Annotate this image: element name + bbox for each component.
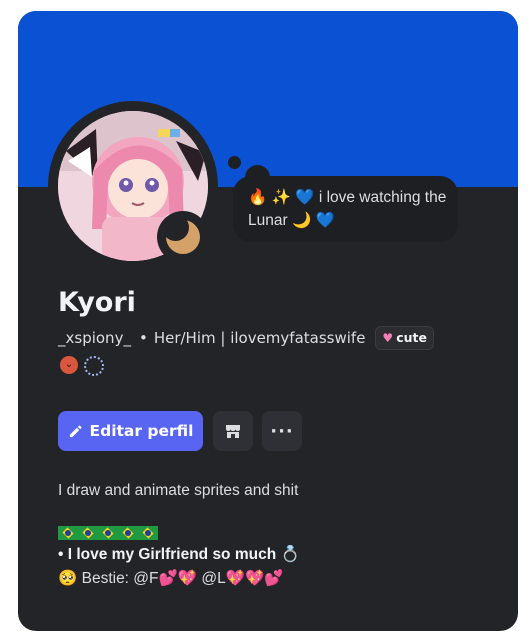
brazil-flag-icon bbox=[98, 526, 118, 540]
shop-icon bbox=[226, 425, 240, 438]
wreath-badge-icon[interactable] bbox=[84, 356, 104, 376]
meta-separator: • bbox=[138, 329, 148, 347]
brazil-flags-icon: 🇧🇷🇧🇷🇧🇷🇧🇷🇧🇷 bbox=[58, 526, 498, 540]
crescent-moon-cutout bbox=[162, 214, 189, 241]
brazil-flag-icon bbox=[58, 526, 78, 540]
custom-status-text: 🔥 ✨ 💙 i love watching the Lunar 🌙 💙 bbox=[248, 189, 447, 229]
bio-line-3: 🥺 Bestie: @F💕💖 @L💖💖💕 bbox=[58, 570, 284, 587]
pencil-icon bbox=[69, 425, 82, 437]
more-options-icon: ··· bbox=[270, 420, 294, 442]
username[interactable]: _xspiony_ bbox=[58, 327, 131, 349]
bio-line-1: I draw and animate sprites and shit bbox=[58, 482, 299, 499]
profile-tag[interactable]: ♥ cute bbox=[375, 326, 434, 350]
edit-profile-label: Editar perfil bbox=[89, 422, 194, 440]
display-name: Kyori bbox=[58, 287, 136, 318]
edit-profile-button[interactable]: Editar perfil bbox=[58, 411, 203, 451]
brazil-flag-icon bbox=[118, 526, 138, 540]
profile-meta-row: _xspiony_ • Her/Him | ilovemyfatasswife … bbox=[58, 326, 434, 350]
custom-status-bubble[interactable]: 🔥 ✨ 💙 i love watching the Lunar 🌙 💙 bbox=[233, 176, 458, 242]
about-me: I draw and animate sprites and shit 🇧🇷🇧🇷… bbox=[58, 479, 498, 591]
brazil-flag-icon bbox=[78, 526, 98, 540]
brazil-flag-icon bbox=[138, 526, 158, 540]
profile-badges: ⌄ bbox=[60, 356, 104, 376]
pronouns: Her/Him | ilovemyfatasswife bbox=[153, 329, 366, 347]
chevron-badge-icon[interactable]: ⌄ bbox=[60, 356, 78, 374]
shop-button[interactable] bbox=[213, 411, 253, 451]
profile-tag-label: cute bbox=[396, 330, 427, 345]
more-options-button[interactable]: ··· bbox=[262, 411, 302, 451]
heart-icon: ♥ bbox=[382, 331, 394, 345]
thought-bubble-dot-small bbox=[228, 156, 241, 169]
profile-card: 🔥 ✨ 💙 i love watching the Lunar 🌙 💙 Kyor… bbox=[18, 11, 518, 631]
bio-line-2: • I love my Girlfriend so much 💍 bbox=[58, 546, 300, 563]
